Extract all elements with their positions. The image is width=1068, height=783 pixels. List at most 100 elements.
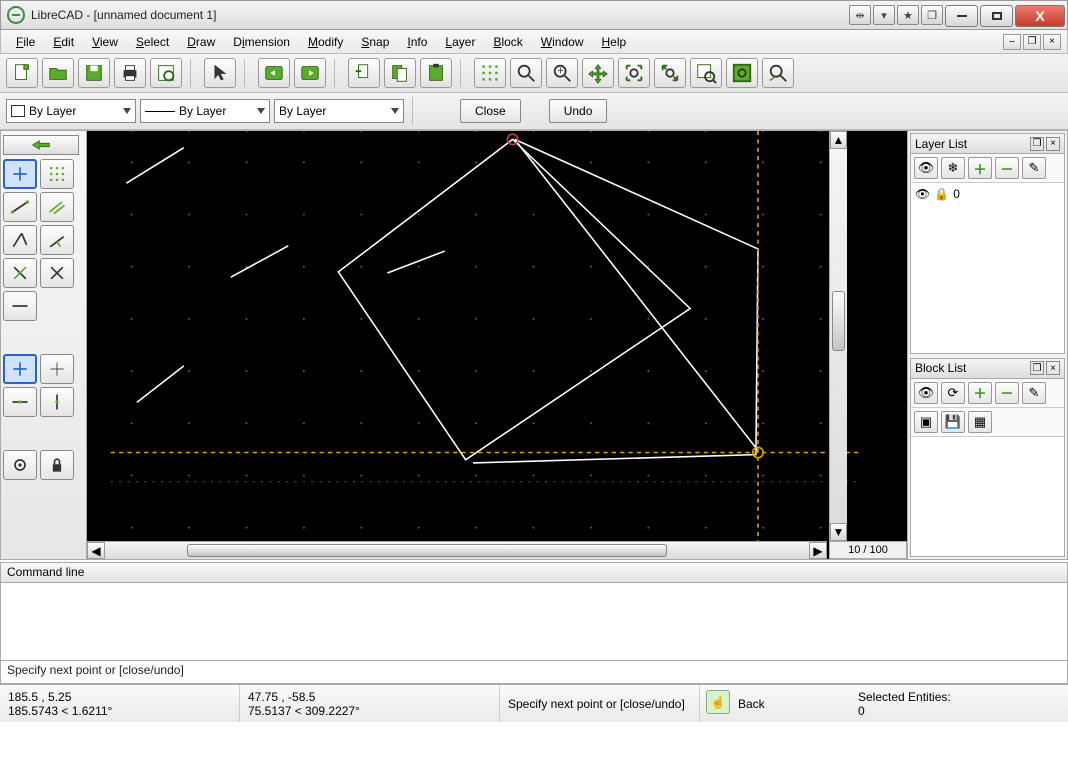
menu-view[interactable]: View	[83, 32, 127, 52]
line-rectangle-button[interactable]	[3, 225, 37, 255]
block-explode-button[interactable]: ▦	[968, 411, 992, 433]
remove-block-button[interactable]: －	[995, 382, 1019, 404]
grid-button[interactable]	[474, 58, 506, 88]
minimize-button[interactable]	[945, 5, 978, 27]
horizontal-scrollbar[interactable]: ◀ ▶	[87, 541, 827, 559]
svg-text:+: +	[557, 65, 563, 77]
sys-tray-icon[interactable]: ▾	[873, 5, 895, 25]
restrict-horizontal-button[interactable]	[3, 387, 37, 417]
menu-draw[interactable]: Draw	[178, 32, 224, 52]
zoom-auto-button[interactable]	[618, 58, 650, 88]
mouse-action-icon[interactable]: ☝	[706, 690, 730, 714]
print-button[interactable]	[114, 58, 146, 88]
menu-select[interactable]: Select	[127, 32, 178, 52]
toolbox-back-button[interactable]	[3, 135, 79, 155]
menu-help[interactable]: Help	[592, 32, 635, 52]
menu-dimension[interactable]: Dimension	[224, 32, 299, 52]
line-vertical-button[interactable]	[40, 192, 74, 222]
line-2points-button[interactable]	[3, 159, 37, 189]
linetype-combo[interactable]: By Layer	[274, 99, 404, 123]
panel-undock-icon[interactable]: ❐	[1030, 137, 1044, 151]
scroll-down-icon[interactable]: ▼	[830, 523, 847, 541]
restrict-ortho-button[interactable]	[40, 354, 74, 384]
close-window-button[interactable]: X	[1015, 5, 1065, 27]
zoom-out-button[interactable]	[582, 58, 614, 88]
lock-relative-zero-button[interactable]	[40, 450, 74, 480]
cut-button[interactable]	[348, 58, 380, 88]
line-bisector-button[interactable]	[40, 225, 74, 255]
layer-row[interactable]: 👁 🔒 0	[915, 187, 1060, 201]
sys-windows-icon[interactable]: ❐	[921, 5, 943, 25]
menu-layer[interactable]: Layer	[436, 32, 484, 52]
layer-freeze-icon[interactable]: ❄	[941, 157, 965, 179]
new-file-button[interactable]	[6, 58, 38, 88]
panel-close-icon[interactable]: ×	[1046, 361, 1060, 375]
vertical-scroll-thumb[interactable]	[832, 291, 845, 351]
layer-visibility-icon[interactable]: 👁	[914, 157, 938, 179]
edit-layer-button[interactable]: ✎	[1022, 157, 1046, 179]
panel-close-icon[interactable]: ×	[1046, 137, 1060, 151]
command-input[interactable]: Specify next point or [close/undo]	[1, 661, 1067, 683]
save-file-button[interactable]	[78, 58, 110, 88]
zoom-pan-button[interactable]	[726, 58, 758, 88]
width-combo-label: By Layer	[179, 104, 226, 118]
line-freehand-button[interactable]	[3, 291, 37, 321]
mdi-close-button[interactable]: ×	[1043, 34, 1061, 50]
color-combo[interactable]: By Layer	[6, 99, 136, 123]
scroll-up-icon[interactable]: ▲	[830, 131, 847, 149]
close-polyline-button[interactable]: Close	[460, 99, 521, 123]
zoom-window-button[interactable]	[690, 58, 722, 88]
vertical-scrollbar[interactable]: ▲ ▼	[829, 131, 847, 541]
zoom-extra-button[interactable]	[762, 58, 794, 88]
set-relative-zero-button[interactable]	[3, 450, 37, 480]
block-insert-button[interactable]: ▣	[914, 411, 938, 433]
scroll-left-icon[interactable]: ◀	[87, 542, 105, 559]
zoom-level-label: 10 / 100	[829, 541, 907, 559]
add-block-button[interactable]: ＋	[968, 382, 992, 404]
edit-block-button[interactable]: ✎	[1022, 382, 1046, 404]
maximize-button[interactable]	[980, 5, 1013, 27]
sys-pin-icon[interactable]: ⇹	[849, 5, 871, 25]
restrict-vertical-button[interactable]	[40, 387, 74, 417]
undo-segment-button[interactable]: Undo	[549, 99, 608, 123]
menu-info[interactable]: Info	[398, 32, 436, 52]
open-file-button[interactable]	[42, 58, 74, 88]
menu-modify[interactable]: Modify	[299, 32, 352, 52]
paste-button[interactable]	[420, 58, 452, 88]
menu-window[interactable]: Window	[532, 32, 593, 52]
restrict-nothing-button[interactable]	[3, 354, 37, 384]
mdi-minimize-button[interactable]: –	[1003, 34, 1021, 50]
line-angle-button[interactable]	[40, 159, 74, 189]
sys-star-icon[interactable]: ★	[897, 5, 919, 25]
undo-button[interactable]	[258, 58, 290, 88]
menu-snap[interactable]: Snap	[352, 32, 398, 52]
line-tangent-button[interactable]	[40, 258, 74, 288]
drawing-canvas[interactable]: ▲ ▼ ◀ ▶ 10 / 100	[87, 131, 907, 559]
block-save-button[interactable]: 💾	[941, 411, 965, 433]
zoom-redraw-button[interactable]	[510, 58, 542, 88]
block-visibility-icon[interactable]: 👁	[914, 382, 938, 404]
panel-undock-icon[interactable]: ❐	[1030, 361, 1044, 375]
horizontal-scroll-thumb[interactable]	[187, 544, 667, 557]
block-list-panel: Block List ❐× 👁 ⟳ ＋ － ✎ ▣ 💾 ▦	[910, 358, 1065, 557]
menu-block[interactable]: Block	[484, 32, 531, 52]
menu-file[interactable]: File	[7, 32, 44, 52]
menu-edit[interactable]: Edit	[44, 32, 83, 52]
pointer-button[interactable]	[204, 58, 236, 88]
redo-button[interactable]	[294, 58, 326, 88]
zoom-previous-button[interactable]	[654, 58, 686, 88]
print-preview-button[interactable]	[150, 58, 182, 88]
block-refresh-icon[interactable]: ⟳	[941, 382, 965, 404]
copy-button[interactable]	[384, 58, 416, 88]
status-prompt: Specify next point or [close/undo]	[508, 697, 691, 711]
line-parallel-button[interactable]	[3, 258, 37, 288]
mdi-restore-button[interactable]: ❐	[1023, 34, 1041, 50]
zoom-in-button[interactable]: +	[546, 58, 578, 88]
width-combo[interactable]: By Layer	[140, 99, 270, 123]
remove-layer-button[interactable]: －	[995, 157, 1019, 179]
add-layer-button[interactable]: ＋	[968, 157, 992, 179]
line-horizontal-button[interactable]	[3, 192, 37, 222]
scroll-right-icon[interactable]: ▶	[809, 542, 827, 559]
eye-icon: 👁	[915, 187, 930, 201]
workspace: ▲ ▼ ◀ ▶ 10 / 100 Layer List ❐× 👁 ❄ ＋ － ✎	[0, 130, 1068, 560]
